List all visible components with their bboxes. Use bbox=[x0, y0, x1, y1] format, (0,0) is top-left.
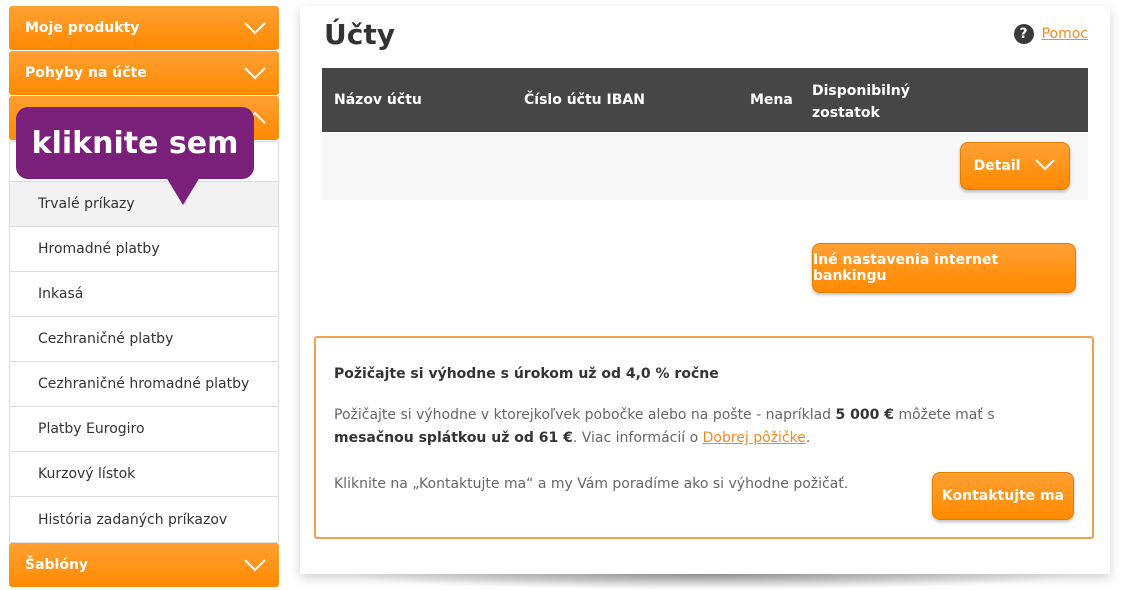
menu-item-hromadne-platby[interactable]: Hromadné platby bbox=[10, 227, 278, 272]
menu-item-historia-prikazov[interactable]: História zadaných príkazov bbox=[10, 497, 278, 542]
panel-shadow bbox=[330, 574, 1090, 590]
menu-item-cezhranicne-platby[interactable]: Cezhraničné platby bbox=[10, 317, 278, 362]
accordion-pohyby-na-ucte[interactable]: Pohyby na účte bbox=[9, 51, 279, 95]
menu-item-cezhranicne-hromadne-platby[interactable]: Cezhraničné hromadné platby bbox=[10, 362, 278, 407]
detail-button[interactable]: Detail bbox=[960, 142, 1070, 190]
accounts-table: Názov účtu Číslo účtu IBAN Mena Disponib… bbox=[322, 68, 1088, 200]
main-panel: Účty ? Pomoc Názov účtu Číslo účtu IBAN … bbox=[300, 6, 1110, 574]
accordion-label: Moje produkty bbox=[25, 20, 140, 36]
tooltip-tail bbox=[166, 177, 200, 205]
detail-button-label: Detail bbox=[973, 158, 1021, 174]
menu-item-kurzovy-listok[interactable]: Kurzový lístok bbox=[10, 452, 278, 497]
menu-item-label: História zadaných príkazov bbox=[38, 511, 228, 528]
chevron-down-icon bbox=[243, 66, 267, 80]
loan-promo-box: Požičajte si výhodne s úrokom už od 4,0 … bbox=[314, 336, 1094, 539]
question-icon: ? bbox=[1013, 24, 1034, 44]
menu-item-label: Kurzový lístok bbox=[38, 466, 136, 482]
other-settings-label: Iné nastavenia internet bankingu bbox=[813, 252, 999, 284]
sidebar: Moje produkty Pohyby na účte Trvalé prík… bbox=[9, 6, 279, 588]
menu-item-label: Inkasá bbox=[38, 286, 84, 302]
tooltip-text: kliknite sem bbox=[31, 125, 239, 161]
column-header-available-balance: Disponibilný zostatok bbox=[812, 83, 910, 121]
table-header: Názov účtu Číslo účtu IBAN Mena Disponib… bbox=[322, 68, 1088, 132]
accordion-label: Pohyby na účte bbox=[25, 65, 147, 81]
payments-menu: Trvalé príkazy Hromadné platby Inkasá Ce… bbox=[9, 141, 279, 543]
menu-item-platby-eurogiro[interactable]: Platby Eurogiro bbox=[10, 407, 278, 452]
menu-item-inkasa[interactable]: Inkasá bbox=[10, 272, 278, 317]
menu-item-label: Platby Eurogiro bbox=[38, 421, 145, 437]
column-header-currency: Mena bbox=[750, 92, 793, 108]
page-title: Účty bbox=[324, 18, 395, 51]
help-link[interactable]: ? Pomoc bbox=[1013, 24, 1088, 44]
accordion-label: Šablóny bbox=[25, 557, 89, 573]
contact-me-button[interactable]: Kontaktujte ma bbox=[932, 472, 1074, 520]
menu-item-trvale-prikazy[interactable]: Trvalé príkazy bbox=[10, 182, 278, 227]
column-header-iban: Číslo účtu IBAN bbox=[524, 92, 645, 108]
accordion-moje-produkty[interactable]: Moje produkty bbox=[9, 6, 279, 50]
chevron-down-icon bbox=[243, 21, 267, 35]
promo-title: Požičajte si výhodne s úrokom už od 4,0 … bbox=[334, 366, 719, 382]
table-row: Detail bbox=[322, 132, 1088, 200]
chevron-down-icon bbox=[243, 558, 267, 572]
menu-item-label: Hromadné platby bbox=[38, 241, 160, 257]
menu-item-label: Cezhraničné hromadné platby bbox=[38, 376, 250, 392]
click-here-tooltip: kliknite sem bbox=[16, 107, 254, 205]
promo-note: Kliknite na „Kontaktujte ma“ a my Vám po… bbox=[334, 476, 849, 492]
loan-info-link[interactable]: Dobrej pôžičke bbox=[703, 430, 806, 446]
promo-text: Požičajte si výhodne v ktorejkoľvek pobo… bbox=[334, 407, 995, 446]
contact-me-label: Kontaktujte ma bbox=[941, 488, 1065, 504]
other-settings-button[interactable]: Iné nastavenia internet bankingu bbox=[812, 243, 1076, 293]
help-link-label[interactable]: Pomoc bbox=[1042, 26, 1088, 42]
accordion-sablony[interactable]: Šablóny bbox=[9, 543, 279, 587]
menu-item-label: Cezhraničné platby bbox=[38, 331, 174, 347]
menu-item-label: Trvalé príkazy bbox=[38, 196, 135, 212]
chevron-down-icon bbox=[1034, 158, 1056, 175]
column-header-account-name: Názov účtu bbox=[334, 92, 422, 108]
